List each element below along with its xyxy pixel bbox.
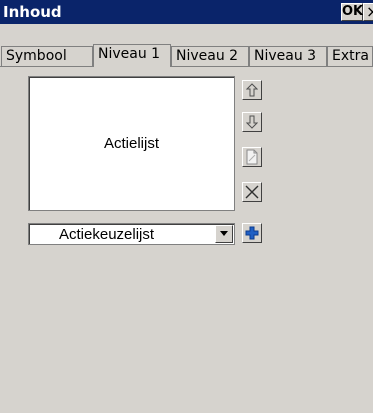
tab-niveau-2[interactable]: Niveau 2 [171, 46, 249, 66]
title-bar: Inhoud OK × [0, 0, 373, 24]
action-list-label: Actielijst [103, 135, 159, 152]
x-icon [245, 185, 259, 199]
action-select[interactable]: Actiekeuzelijst [28, 223, 235, 245]
chevron-down-icon [220, 231, 228, 236]
tab-extra[interactable]: Extra [327, 46, 373, 66]
tab-symbool[interactable]: Symbool [1, 46, 93, 66]
move-down-button[interactable] [242, 112, 262, 132]
close-button[interactable]: × [363, 3, 373, 21]
action-list-box[interactable]: Actielijst [28, 76, 235, 211]
window-title: Inhoud [3, 3, 62, 21]
tab-divider [0, 66, 373, 67]
delete-button[interactable] [242, 182, 262, 202]
plus-icon [245, 226, 259, 240]
move-up-button[interactable] [242, 80, 262, 100]
action-select-value: Actiekeuzelijst [59, 226, 155, 243]
document-icon [246, 149, 258, 165]
tab-niveau-3[interactable]: Niveau 3 [249, 46, 327, 66]
add-button[interactable] [242, 223, 262, 243]
arrow-up-icon [246, 83, 258, 97]
dialog-window: Inhoud OK × Symbool Niveau 1 Niveau 2 Ni… [0, 0, 373, 413]
tab-niveau-1[interactable]: Niveau 1 [93, 44, 171, 67]
arrow-down-icon [246, 115, 258, 129]
ok-button[interactable]: OK [341, 3, 363, 21]
tab-strip: Symbool Niveau 1 Niveau 2 Niveau 3 Extra [0, 44, 373, 67]
dropdown-arrow-button[interactable] [215, 225, 233, 243]
edit-button[interactable] [242, 147, 262, 167]
